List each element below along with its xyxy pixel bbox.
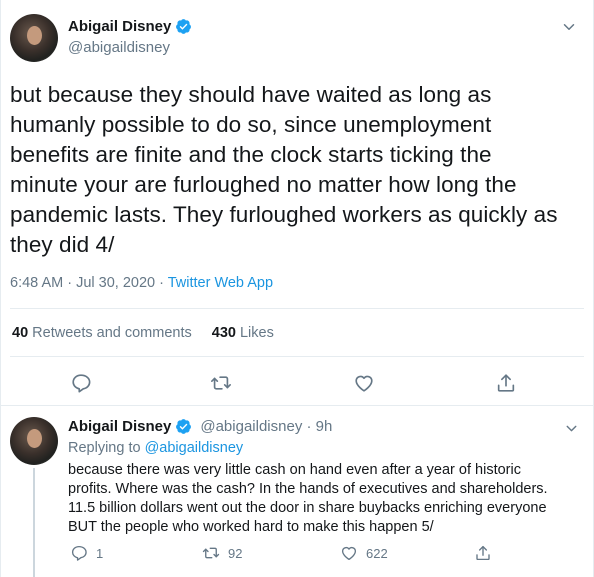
share-icon[interactable]: [495, 372, 517, 394]
reply-count: 1: [96, 545, 104, 561]
divider: [10, 308, 584, 309]
retweet-count: 92: [228, 545, 243, 561]
like-icon[interactable]: [353, 372, 375, 394]
likes-count: 430: [211, 325, 236, 341]
reply-actions: 1 92 622: [0, 544, 594, 566]
reply-reply-button[interactable]: 1: [70, 544, 103, 562]
likes-label: Likes: [239, 325, 274, 341]
replying-to-mention[interactable]: @abigaildisney: [145, 440, 244, 456]
tweet-timestamp[interactable]: 6:48 AM · Jul 30, 2020 ·: [10, 275, 168, 291]
tweet-text: but because they should have waited as l…: [10, 82, 558, 257]
tweet-separator: [0, 405, 594, 406]
retweet-icon: [202, 547, 220, 559]
tweet-source-link[interactable]: Twitter Web App: [168, 275, 273, 291]
reply-share-button[interactable]: [474, 544, 492, 562]
author-name[interactable]: Abigail Disney: [68, 18, 171, 35]
verified-badge-icon: [176, 419, 192, 434]
frame-border-left: [0, 0, 1, 577]
reply-icon[interactable]: [70, 372, 92, 394]
likes-stat[interactable]: 430 Likes: [212, 325, 274, 341]
retweet-icon[interactable]: [210, 372, 232, 394]
reply-header: Abigail Disney @abigaildisney · 9h: [68, 418, 332, 435]
replying-prefix: Replying to: [68, 440, 145, 456]
reply-author-name[interactable]: Abigail Disney: [68, 418, 171, 435]
reply-like-button[interactable]: 622: [340, 544, 388, 562]
share-icon: [476, 545, 490, 561]
tweet-actions: [0, 372, 594, 396]
replying-to: Replying to @abigaildisney: [68, 440, 243, 456]
divider: [10, 356, 584, 357]
reply-text: because there was very little cash on ha…: [68, 462, 548, 535]
author-avatar[interactable]: [10, 14, 58, 62]
chevron-down-icon[interactable]: [563, 420, 580, 437]
reply-author-avatar[interactable]: [10, 417, 58, 465]
retweets-count: 40: [12, 325, 29, 341]
author-block: Abigail Disney @abigaildisney: [68, 18, 192, 56]
reply-author-handle[interactable]: @abigaildisney · 9h: [200, 418, 332, 435]
retweets-stat[interactable]: 40 Retweets and comments: [12, 325, 192, 341]
like-icon: [341, 546, 357, 561]
retweets-label: Retweets and comments: [32, 325, 192, 341]
author-handle[interactable]: @abigaildisney: [68, 39, 192, 56]
tweet-stats: 40 Retweets and comments 430 Likes: [12, 325, 274, 341]
chevron-down-icon[interactable]: [560, 18, 578, 36]
reply-retweet-button[interactable]: 92: [202, 544, 242, 562]
reply-icon: [71, 545, 87, 561]
tweet-meta: 6:48 AM · Jul 30, 2020 · Twitter Web App: [10, 275, 273, 291]
like-count: 622: [366, 545, 388, 561]
verified-badge-icon: [176, 19, 192, 34]
